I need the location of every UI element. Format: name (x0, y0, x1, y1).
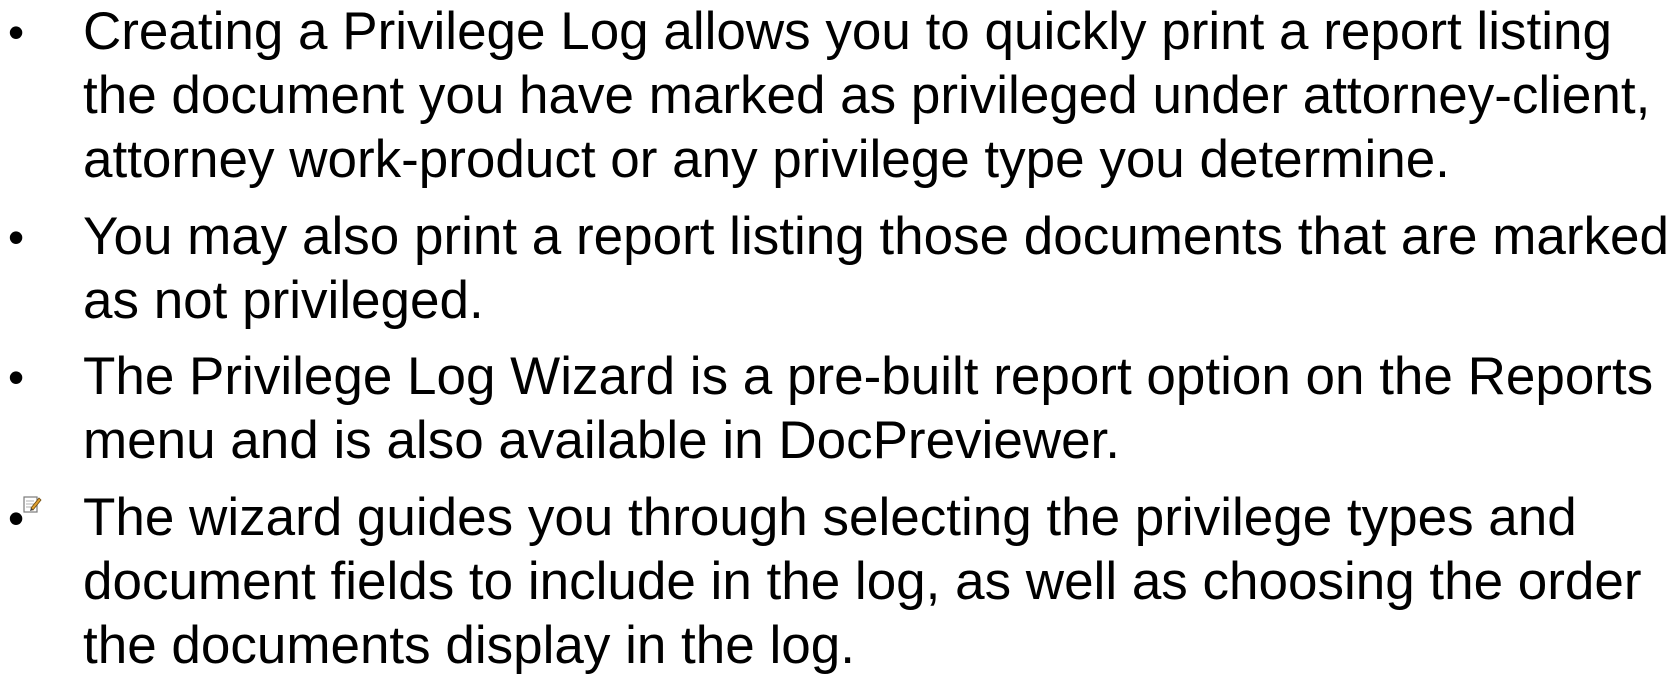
text-line: the document you have marked as privileg… (83, 66, 1651, 125)
edit-note-icon[interactable] (22, 494, 42, 514)
text-line: You may also print a report listing thos… (83, 207, 1669, 266)
text-line: attorney work-product or any privilege t… (83, 130, 1450, 189)
text-line: the documents display in the log. (83, 616, 855, 675)
text-line: as not privileged. (83, 271, 484, 330)
bullet-text: The Privilege Log Wizard is a pre-built … (83, 345, 1680, 473)
bullet-text: The wizard guides you through selecting … (83, 486, 1680, 678)
text-line: menu and is also available in DocPreview… (83, 411, 1120, 470)
bullet-icon: • (8, 351, 25, 403)
bullet-text: You may also print a report listing thos… (83, 205, 1680, 333)
bullet-text: Creating a Privilege Log allows you to q… (83, 0, 1680, 192)
text-line: document fields to include in the log, a… (83, 552, 1642, 611)
bullet-icon: • (8, 6, 25, 58)
bullet-icon: • (8, 211, 25, 263)
text-line: The Privilege Log Wizard is a pre-built … (83, 347, 1654, 406)
text-line: Creating a Privilege Log allows you to q… (83, 2, 1612, 61)
text-line: The wizard guides you through selecting … (83, 488, 1577, 547)
